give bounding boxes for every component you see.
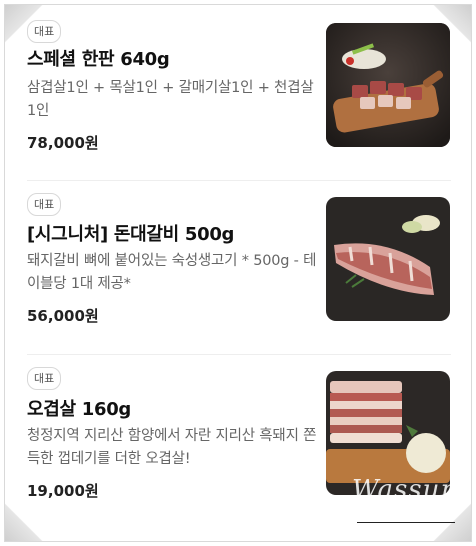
pork-rib-image (326, 197, 450, 321)
featured-badge: 대표 (27, 20, 62, 43)
menu-item-five-layer-belly[interactable]: 대표 오겹살 160g 청정지역 지리산 함양에서 자란 지리산 흑돼지 쫀득한… (27, 354, 451, 536)
menu-item-signature-rib[interactable]: 대표 [시그니처] 돈대갈비 500g 돼지갈비 뼈에 붙어있는 숙성생고기 *… (27, 180, 451, 362)
pork-platter-image (326, 23, 450, 147)
watermark-underline (357, 522, 455, 523)
pork-platter-photo[interactable] (326, 23, 450, 147)
menu-item-price: 78,000원 (27, 134, 99, 152)
menu-item-description: 돼지갈비 뼈에 붙어있는 숙성생고기 * 500g - 테이블당 1대 제공* (27, 253, 317, 292)
menu-item-description: 청정지역 지리산 함양에서 자란 지리산 흑돼지 쫀득한 껍데기를 더한 오겹살… (27, 428, 317, 467)
menu-item-special-platter[interactable]: 대표 스페셜 한판 640g 삼겹살1인 + 목살1인 + 갈매기살1인 + 천… (27, 12, 451, 188)
menu-item-name: [시그니처] 돈대갈비 500g (27, 224, 235, 245)
menu-item-price: 19,000원 (27, 482, 99, 500)
menu-item-name: 오겹살 160g (27, 399, 132, 420)
featured-badge: 대표 (27, 367, 62, 390)
pork-rib-photo[interactable] (326, 197, 450, 321)
menu-item-description: 삼겹살1인 + 목살1인 + 갈매기살1인 + 천겹살1인 (27, 80, 314, 119)
menu-item-name: 스페셜 한판 640g (27, 49, 170, 70)
watermark-logo: Wassup (352, 475, 459, 505)
menu-item-price: 56,000원 (27, 307, 99, 325)
featured-badge: 대표 (27, 193, 62, 216)
